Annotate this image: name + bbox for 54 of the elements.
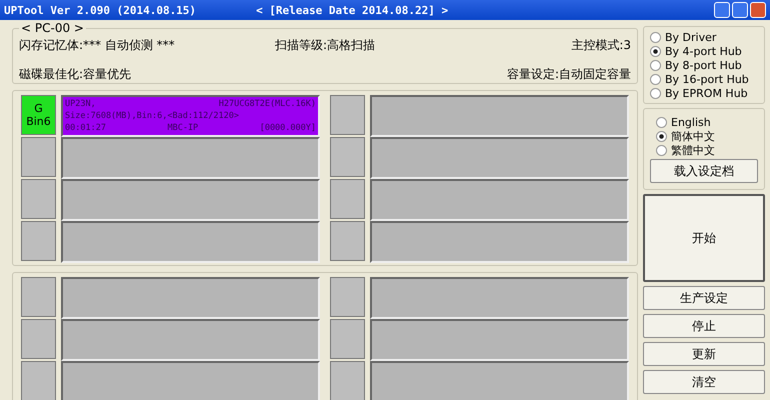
- port-status: [330, 319, 365, 359]
- port-info-text: [0000.000Y]: [260, 122, 316, 134]
- action-button[interactable]: 生产设定: [643, 286, 765, 310]
- port-status: [330, 361, 365, 400]
- info-field: 容量设定:自动固定容量: [427, 66, 631, 83]
- radio-button[interactable]: [650, 32, 661, 42]
- radio-label: By 16-port Hub: [665, 72, 749, 86]
- port-status: [330, 95, 365, 135]
- radio-label: 繁體中文: [671, 142, 715, 158]
- info-field: 扫描等级:高格扫描: [223, 37, 427, 54]
- port-status: [21, 361, 56, 400]
- close-button[interactable]: [750, 2, 766, 18]
- port-status: [21, 277, 56, 317]
- radio-label: 簡体中文: [671, 128, 715, 144]
- release-date: < [Release Date 2014.08.22] >: [256, 4, 448, 16]
- load-settings-button[interactable]: 载入设定档: [650, 159, 758, 183]
- radio-button[interactable]: [650, 46, 661, 56]
- port-status: [330, 221, 365, 261]
- start-button[interactable]: 开始: [643, 194, 765, 282]
- radio-button[interactable]: [650, 74, 661, 84]
- port-status: [330, 137, 365, 177]
- radio-label: By EPROM Hub: [665, 86, 748, 100]
- status-label: G: [34, 102, 43, 115]
- port-status: [21, 179, 56, 219]
- port-status: [21, 221, 56, 261]
- action-button[interactable]: 更新: [643, 342, 765, 366]
- info-field: 主控模式:3: [427, 37, 631, 54]
- port-status: [21, 137, 56, 177]
- radio-button[interactable]: [650, 60, 661, 70]
- port-status: [330, 179, 365, 219]
- port-info-text: Size:7608(MB),Bin:6,<Bad:112/2120>: [65, 110, 239, 122]
- action-button[interactable]: 停止: [643, 314, 765, 338]
- port-status: [330, 277, 365, 317]
- info-field: 闪存记忆体:*** 自动侦测 ***: [19, 37, 223, 54]
- radio-label: By 4-port Hub: [665, 44, 742, 58]
- radio-button[interactable]: [656, 130, 667, 142]
- minimize-button[interactable]: [714, 2, 730, 18]
- maximize-button[interactable]: [732, 2, 748, 18]
- radio-label: By 8-port Hub: [665, 58, 742, 72]
- port-status: [21, 319, 56, 359]
- port-info-text: MBC-IP: [167, 122, 198, 134]
- port-info-text: H27UCG8T2E(MLC.16K): [218, 98, 316, 110]
- radio-label: By Driver: [665, 30, 716, 44]
- bin-label: Bin6: [26, 115, 51, 128]
- radio-label: English: [671, 116, 711, 128]
- panel-legend: < PC-00 >: [19, 21, 86, 35]
- radio-button[interactable]: [656, 116, 667, 128]
- window-title: UPTool Ver 2.090 (2014.08.15): [4, 4, 196, 16]
- radio-button[interactable]: [650, 88, 661, 98]
- port-info-text: UP23N,: [65, 98, 96, 110]
- radio-button[interactable]: [656, 144, 667, 156]
- info-field: 磁碟最佳化:容量优先: [19, 66, 223, 83]
- port-info-text: 00:01:27: [65, 122, 106, 134]
- action-button[interactable]: 清空: [643, 370, 765, 394]
